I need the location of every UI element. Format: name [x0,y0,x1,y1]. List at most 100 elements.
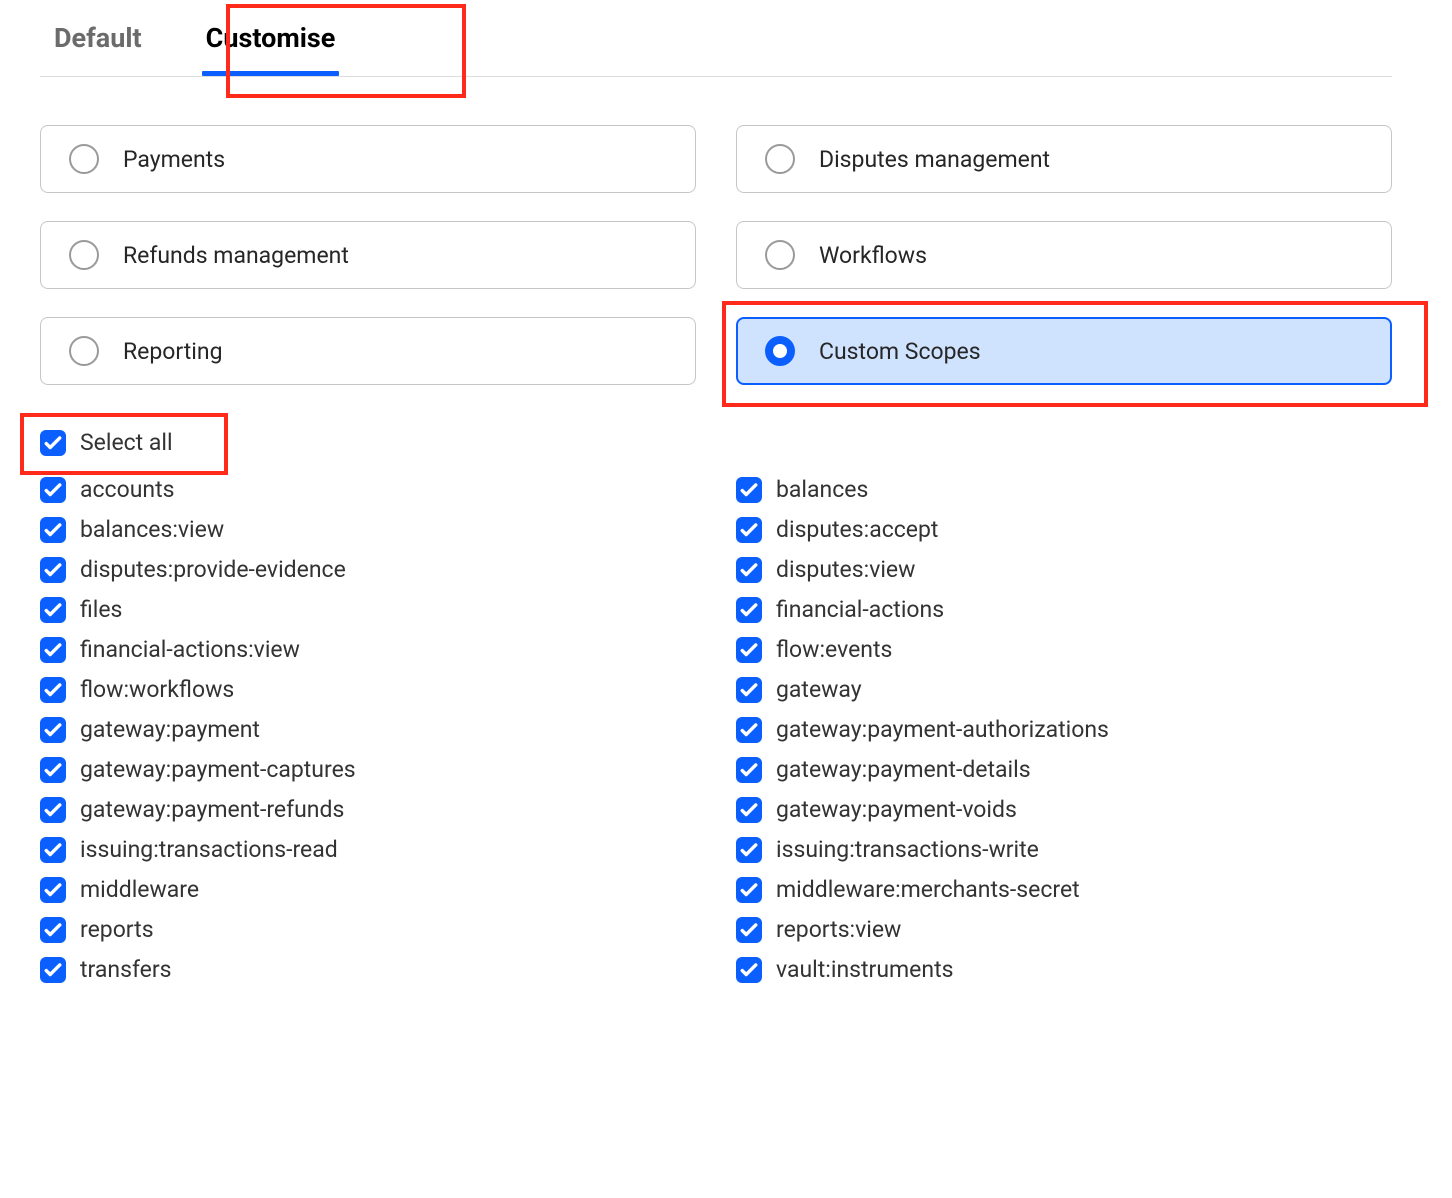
checkbox-scope[interactable] [40,837,66,863]
scope-label: reports:view [776,916,901,943]
scope-label: issuing:transactions-write [776,836,1039,863]
radio-label: Workflows [819,242,927,269]
checkmark-icon [44,921,62,939]
radio-circle-icon [69,336,99,366]
select-all-row: Select all [40,429,1392,456]
scope-row: reports [40,916,696,943]
scope-row: gateway:payment-details [736,756,1392,783]
scope-label: gateway:payment-refunds [80,796,344,823]
checkbox-scope[interactable] [736,717,762,743]
radio-custom-scopes[interactable]: Custom Scopes [736,317,1392,385]
checkbox-scope[interactable] [40,757,66,783]
select-all-label: Select all [80,429,173,456]
scope-row: disputes:view [736,556,1392,583]
radio-circle-icon [765,240,795,270]
scope-row: gateway:payment-authorizations [736,716,1392,743]
scope-row: flow:events [736,636,1392,663]
checkmark-icon [44,434,62,452]
scope-label: disputes:provide-evidence [80,556,346,583]
scope-label: gateway:payment-captures [80,756,356,783]
checkbox-scope[interactable] [736,677,762,703]
checkbox-scope[interactable] [40,957,66,983]
scope-label: flow:workflows [80,676,234,703]
radio-payments[interactable]: Payments [40,125,696,193]
tab-default[interactable]: Default [50,10,146,76]
checkbox-scope[interactable] [40,557,66,583]
scope-label: financial-actions:view [80,636,300,663]
scope-row: issuing:transactions-write [736,836,1392,863]
checkmark-icon [44,841,62,859]
checkbox-scope[interactable] [736,797,762,823]
checkmark-icon [740,841,758,859]
radio-disputes-management[interactable]: Disputes management [736,125,1392,193]
checkbox-scope[interactable] [736,517,762,543]
checkmark-icon [740,481,758,499]
checkmark-icon [740,881,758,899]
scope-row: middleware [40,876,696,903]
scope-label: reports [80,916,154,943]
checkbox-scope[interactable] [736,597,762,623]
scope-label: gateway:payment-voids [776,796,1017,823]
scopes-column-left: accountsbalances:viewdisputes:provide-ev… [40,476,696,996]
checkbox-scope[interactable] [736,557,762,583]
checkmark-icon [44,561,62,579]
checkbox-scope[interactable] [40,917,66,943]
radio-label: Custom Scopes [819,338,981,365]
checkbox-select-all[interactable] [40,430,66,456]
radio-label: Refunds management [123,242,349,269]
radio-reporting[interactable]: Reporting [40,317,696,385]
checkmark-icon [44,961,62,979]
checkbox-scope[interactable] [736,757,762,783]
scope-row: balances [736,476,1392,503]
scope-row: flow:workflows [40,676,696,703]
checkbox-scope[interactable] [736,917,762,943]
scope-row: reports:view [736,916,1392,943]
checkbox-scope[interactable] [736,477,762,503]
scope-label: vault:instruments [776,956,953,983]
radio-label: Disputes management [819,146,1050,173]
radio-options-grid: Payments Disputes management Refunds man… [40,125,1392,385]
scope-label: gateway:payment [80,716,260,743]
checkbox-scope[interactable] [40,717,66,743]
tab-customise[interactable]: Customise [202,10,340,76]
tabs-bar: Default Customise [40,10,1392,77]
checkmark-icon [44,641,62,659]
scope-label: middleware [80,876,199,903]
checkbox-scope[interactable] [736,637,762,663]
checkmark-icon [44,721,62,739]
scope-row: middleware:merchants-secret [736,876,1392,903]
radio-circle-icon [765,336,795,366]
checkbox-scope[interactable] [736,957,762,983]
radio-circle-icon [69,144,99,174]
checkmark-icon [44,681,62,699]
checkmark-icon [44,801,62,819]
scope-row: gateway:payment-refunds [40,796,696,823]
scope-label: balances [776,476,868,503]
scope-row: transfers [40,956,696,983]
scope-row: gateway:payment-voids [736,796,1392,823]
checkmark-icon [44,481,62,499]
checkbox-scope[interactable] [40,677,66,703]
checkmark-icon [740,641,758,659]
scope-row: gateway:payment [40,716,696,743]
checkbox-scope[interactable] [736,837,762,863]
checkbox-scope[interactable] [40,877,66,903]
scope-row: files [40,596,696,623]
radio-circle-icon [765,144,795,174]
scope-row: financial-actions:view [40,636,696,663]
checkbox-scope[interactable] [40,637,66,663]
checkbox-scope[interactable] [40,517,66,543]
checkbox-scope[interactable] [40,597,66,623]
checkbox-scope[interactable] [40,477,66,503]
scope-row: gateway [736,676,1392,703]
checkbox-scope[interactable] [40,797,66,823]
scope-label: flow:events [776,636,892,663]
scope-label: balances:view [80,516,224,543]
radio-workflows[interactable]: Workflows [736,221,1392,289]
scope-label: middleware:merchants-secret [776,876,1080,903]
radio-refunds-management[interactable]: Refunds management [40,221,696,289]
checkmark-icon [740,601,758,619]
scope-label: disputes:view [776,556,915,583]
checkbox-scope[interactable] [736,877,762,903]
checkmark-icon [740,561,758,579]
